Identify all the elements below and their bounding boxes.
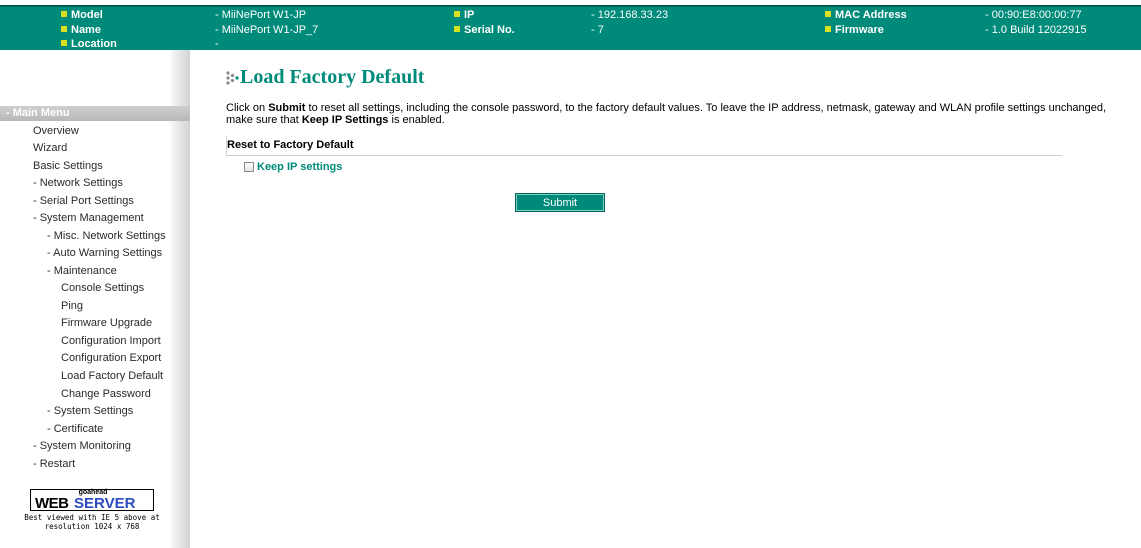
bullet-icon — [825, 26, 831, 32]
submit-button[interactable]: Submit — [516, 194, 604, 211]
menu-item-ping[interactable]: Ping — [61, 300, 83, 312]
firmware-value: - 1.0 Build 12022915 — [985, 24, 1087, 36]
mac-label: MAC Address — [825, 10, 907, 21]
sidebar-shadow — [168, 50, 190, 548]
model-label: Model — [61, 10, 103, 21]
model-value: - MiiNePort W1-JP — [215, 9, 307, 21]
logo-web-text: WEB — [35, 495, 69, 512]
serial-label: Serial No. — [454, 25, 515, 36]
menu-item-restart[interactable]: - Restart — [33, 458, 75, 470]
bullet-icon — [454, 11, 460, 17]
keep-ip-settings-label[interactable]: Keep IP settings — [257, 161, 342, 173]
browser-note: Best viewed with IE 5 above at resolutio… — [24, 513, 160, 531]
menu-item-firmware-upgrade[interactable]: Firmware Upgrade — [61, 317, 152, 329]
page-description: Click on Submit to reset all settings, i… — [226, 102, 1107, 126]
sidebar — [0, 50, 180, 548]
location-label: Location — [61, 39, 117, 50]
menu-item-configuration-export[interactable]: Configuration Export — [61, 352, 161, 364]
main-menu-heading: - Main Menu — [0, 106, 190, 121]
bullet-icon — [825, 11, 831, 17]
menu-item-auto-warning-settings[interactable]: - Auto Warning Settings — [47, 247, 162, 259]
page-title: Load Factory Default — [240, 66, 425, 88]
ip-value: - 192.168.33.23 — [591, 9, 669, 21]
keep-ip-settings-checkbox[interactable] — [244, 162, 254, 172]
browser-note-line2: resolution 1024 x 768 — [44, 522, 140, 531]
bullet-icon — [61, 40, 67, 46]
mac-value: - 00:90:E8:00:00:77 — [985, 9, 1082, 21]
bullet-icon — [61, 26, 67, 32]
menu-item-console-settings[interactable]: Console Settings — [61, 282, 144, 294]
ip-label: IP — [454, 10, 474, 21]
name-value: - MiiNePort W1-JP_7 — [215, 24, 319, 36]
menu-item-change-password[interactable]: Change Password — [61, 388, 151, 400]
menu-item-serial-port-settings[interactable]: - Serial Port Settings — [33, 195, 134, 207]
menu-item-system-settings[interactable]: - System Settings — [47, 405, 133, 417]
browser-note-line1: Best viewed with IE 5 above at — [24, 513, 160, 522]
menu-item-maintenance[interactable]: - Maintenance — [47, 265, 117, 277]
menu-item-configuration-import[interactable]: Configuration Import — [61, 335, 161, 347]
menu-item-misc-network-settings[interactable]: - Misc. Network Settings — [47, 230, 166, 242]
bullet-icon — [454, 26, 460, 32]
menu-item-wizard[interactable]: Wizard — [33, 142, 67, 154]
section-title: Reset to Factory Default — [227, 139, 354, 151]
menu-item-system-management[interactable]: - System Management — [33, 212, 144, 224]
firmware-label: Firmware — [825, 25, 884, 36]
bullet-icon — [61, 11, 67, 17]
title-dots-icon — [226, 71, 239, 85]
logo-server-text: SERVER — [74, 495, 136, 512]
logo-box: goahead WEB SERVER — [30, 489, 154, 511]
menu-item-certificate[interactable]: - Certificate — [47, 423, 103, 435]
location-value: - — [215, 38, 219, 50]
menu-item-overview[interactable]: Overview — [33, 125, 79, 137]
serial-value: - 7 — [591, 24, 604, 36]
menu-item-network-settings[interactable]: - Network Settings — [33, 177, 123, 189]
menu-item-load-factory-default[interactable]: Load Factory Default — [61, 370, 163, 382]
name-label: Name — [61, 25, 101, 36]
device-info-header — [0, 5, 1141, 50]
menu-item-basic-settings[interactable]: Basic Settings — [33, 160, 103, 172]
section-heading: Reset to Factory Default — [226, 137, 1062, 156]
menu-item-system-monitoring[interactable]: - System Monitoring — [33, 440, 131, 452]
